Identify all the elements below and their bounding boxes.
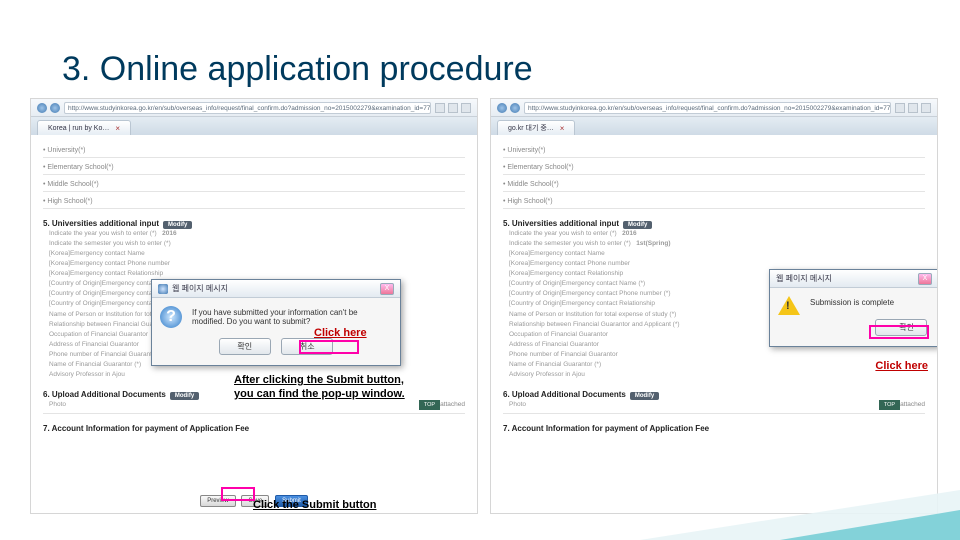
- modify-button[interactable]: Modify: [623, 221, 652, 229]
- year-label: Indicate the year you wish to enter (*): [509, 230, 617, 237]
- browser-tab[interactable]: Korea | run by Ko… ×: [37, 120, 131, 135]
- tab-strip: go.kr 대기 중… ×: [491, 117, 937, 135]
- form-line: Relationship between Financial Guarantor…: [509, 321, 680, 328]
- photo-value: attached: [440, 400, 465, 410]
- url-field[interactable]: http://www.studyinkorea.go.kr/en/sub/ove…: [524, 102, 891, 114]
- form-line: Phone number of Financial Guarantor: [49, 351, 158, 358]
- favorite-icon[interactable]: [921, 103, 931, 113]
- annotation-click-submit: Click the Submit button: [253, 499, 376, 511]
- question-icon: ?: [160, 306, 182, 328]
- screenshot-left: http://www.studyinkorea.go.kr/en/sub/ove…: [30, 98, 478, 514]
- section-7-heading: 7. Account Information for payment of Ap…: [43, 424, 465, 433]
- annotation-click-here: Click here: [314, 327, 367, 339]
- dialog-icon: [158, 284, 168, 294]
- form-line: Advisory Professor in Ajou: [49, 371, 125, 378]
- top-link[interactable]: TOP: [419, 400, 440, 411]
- section-5-heading: 5. Universities additional inputModify: [43, 219, 465, 229]
- section-5-heading: 5. Universities additional inputModify: [503, 219, 925, 229]
- form-line: Advisory Professor in Ajou: [509, 371, 585, 378]
- year-value: 2016: [622, 230, 636, 237]
- field-university: • University(*): [503, 147, 925, 154]
- field-middle: • Middle School(*): [43, 181, 465, 188]
- section-7-heading: 7. Account Information for payment of Ap…: [503, 424, 925, 433]
- form-line: [Korea]Emergency contact Relationship: [49, 270, 163, 277]
- top-link[interactable]: TOP: [879, 400, 900, 411]
- screenshot-right: http://www.studyinkorea.go.kr/en/sub/ove…: [490, 98, 938, 514]
- form-line: Occupation of Financial Guarantor: [509, 331, 608, 338]
- tab-close-icon[interactable]: ×: [115, 124, 120, 133]
- refresh-icon[interactable]: [895, 103, 905, 113]
- modify-button[interactable]: Modify: [163, 221, 192, 229]
- browser-address-bar: http://www.studyinkorea.go.kr/en/sub/ove…: [31, 99, 477, 117]
- year-value: 2016: [162, 230, 176, 237]
- dialog-cancel-button[interactable]: 취소: [281, 338, 333, 355]
- complete-dialog: 웹 페이지 메시지 X Submission is complete 확인: [769, 269, 938, 347]
- form-line: [Korea]Emergency contact Phone number: [49, 260, 170, 267]
- modify-button[interactable]: Modify: [170, 392, 199, 400]
- form-line: [Korea]Emergency contact Name: [49, 250, 145, 257]
- back-icon[interactable]: [37, 103, 47, 113]
- browser-address-bar: http://www.studyinkorea.go.kr/en/sub/ove…: [491, 99, 937, 117]
- form-line: Address of Financial Guarantor: [49, 341, 139, 348]
- tab-label: go.kr 대기 중…: [508, 123, 554, 133]
- dialog-close-button[interactable]: X: [380, 283, 394, 295]
- form-line: Occupation of Financial Guarantor: [49, 331, 148, 338]
- forward-icon[interactable]: [510, 103, 520, 113]
- preview-button[interactable]: Preview: [200, 495, 235, 507]
- favorite-icon[interactable]: [461, 103, 471, 113]
- dialog-ok-button[interactable]: 확인: [875, 319, 927, 336]
- dialog-title: 웹 페이지 메시지: [776, 273, 832, 284]
- dialog-text: Submission is complete: [810, 298, 894, 307]
- form-line: Name of Financial Guarantor (*): [49, 361, 141, 368]
- field-high: • High School(*): [503, 198, 925, 205]
- url-field[interactable]: http://www.studyinkorea.go.kr/en/sub/ove…: [64, 102, 431, 114]
- dialog-ok-button[interactable]: 확인: [219, 338, 271, 355]
- form-line: [Country of Origin]Emergency contact Pho…: [509, 290, 671, 297]
- home-icon[interactable]: [908, 103, 918, 113]
- form-line: [Country of Origin]Emergency contact Nam…: [509, 280, 645, 287]
- home-icon[interactable]: [448, 103, 458, 113]
- semester-value: 1st(Spring): [636, 240, 670, 247]
- dialog-title: 웹 페이지 메시지: [172, 283, 228, 294]
- field-elementary: • Elementary School(*): [43, 164, 465, 171]
- dialog-text: If you have submitted your information c…: [192, 308, 358, 326]
- browser-tab[interactable]: go.kr 대기 중… ×: [497, 120, 575, 135]
- tab-label: Korea | run by Ko…: [48, 125, 109, 132]
- form-line: [Korea]Emergency contact Name: [509, 250, 605, 257]
- section-6-heading: 6. Upload Additional DocumentsModify: [503, 390, 925, 400]
- tab-close-icon[interactable]: ×: [560, 124, 565, 133]
- confirm-dialog: 웹 페이지 메시지 X ? If you have submitted your…: [151, 279, 401, 366]
- form-line: [Country of Origin]Emergency contact Rel…: [509, 300, 655, 307]
- warning-icon: [778, 296, 800, 315]
- refresh-icon[interactable]: [435, 103, 445, 113]
- form-line: [Korea]Emergency contact Phone number: [509, 260, 630, 267]
- semester-label: Indicate the semester you wish to enter …: [49, 240, 171, 247]
- field-elementary: • Elementary School(*): [503, 164, 925, 171]
- annotation-after-submit: After clicking the Submit button, you ca…: [234, 374, 424, 402]
- back-icon[interactable]: [497, 103, 507, 113]
- field-university: • University(*): [43, 147, 465, 154]
- annotation-click-here-right: Click here: [875, 360, 928, 372]
- modify-button[interactable]: Modify: [630, 392, 659, 400]
- semester-label: Indicate the semester you wish to enter …: [509, 240, 631, 247]
- field-high: • High School(*): [43, 198, 465, 205]
- tab-strip: Korea | run by Ko… ×: [31, 117, 477, 135]
- photo-label: Photo: [49, 401, 66, 408]
- form-line: Name of Person or Institution for total …: [509, 311, 676, 318]
- form-line: Name of Financial Guarantor (*): [509, 361, 601, 368]
- slide-accent: [780, 510, 960, 540]
- forward-icon[interactable]: [50, 103, 60, 113]
- form-line: Address of Financial Guarantor: [509, 341, 599, 348]
- photo-label: Photo: [509, 401, 526, 408]
- slide-title: 3. Online application procedure: [0, 0, 960, 89]
- form-line: [Korea]Emergency contact Relationship: [509, 270, 623, 277]
- year-label: Indicate the year you wish to enter (*): [49, 230, 157, 237]
- form-line: Phone number of Financial Guarantor: [509, 351, 618, 358]
- photo-value: attached: [900, 400, 925, 410]
- field-middle: • Middle School(*): [503, 181, 925, 188]
- dialog-close-button[interactable]: X: [918, 273, 932, 285]
